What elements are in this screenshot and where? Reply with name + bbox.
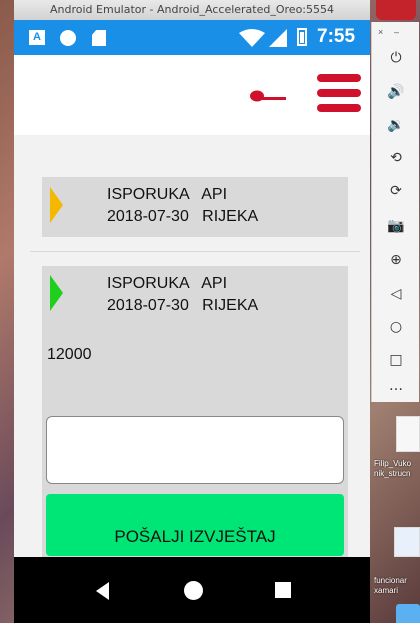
productor-logo: [250, 90, 286, 102]
nav-home-icon[interactable]: [184, 581, 203, 600]
file-label: nik_strucn: [374, 469, 411, 478]
more-icon[interactable]: …: [384, 374, 408, 398]
emulator-window: Android Emulator - Android_Accelerated_O…: [14, 0, 370, 623]
report-input[interactable]: [46, 416, 344, 484]
delivery-list: ISPORUKA API 2018-07-30 RIJEKA ISPORUKA …: [14, 135, 370, 557]
file-label: Filip_Vuko: [374, 459, 412, 468]
android-nav-bar: [14, 557, 370, 623]
hamburger-menu-icon[interactable]: [317, 74, 361, 114]
divider: [30, 251, 360, 252]
signal-icon: [269, 29, 287, 47]
rotate-left-icon[interactable]: ⟲: [384, 146, 408, 170]
status-time: 7:55: [317, 26, 356, 47]
folder-icon[interactable]: [396, 604, 420, 623]
nav-back-icon[interactable]: [96, 582, 109, 600]
desktop-app-icon[interactable]: [376, 0, 416, 20]
battery-icon: [297, 28, 307, 46]
delivery-card[interactable]: ISPORUKA API 2018-07-30 RIJEKA: [42, 177, 348, 237]
emulator-toolbar: × – ⏻ 🔊 🔉 ⟲ ⟳ 📷 ⊕ ◁ ○ □ …: [371, 22, 419, 402]
toolbar-minimize-icon[interactable]: –: [394, 27, 399, 37]
status-arrow-icon: [50, 275, 63, 311]
sd-card-icon: [92, 30, 106, 46]
power-icon[interactable]: ⏻: [384, 46, 408, 70]
diagram-file-icon[interactable]: [394, 527, 420, 557]
volume-up-icon[interactable]: 🔊: [384, 80, 408, 104]
volume-down-icon[interactable]: 🔉: [384, 113, 408, 137]
zoom-icon[interactable]: ⊕: [384, 248, 408, 272]
delivery-title: ISPORUKA API: [107, 275, 228, 292]
nav-recents-icon[interactable]: [275, 582, 291, 598]
status-bar: A 7:55: [14, 20, 370, 55]
emulator-title-bar: Android Emulator - Android_Accelerated_O…: [14, 0, 370, 20]
delivery-date-city: 2018-07-30 RIJEKA: [107, 208, 259, 225]
rotate-right-icon[interactable]: ⟳: [384, 179, 408, 203]
home-icon[interactable]: ○: [384, 315, 408, 339]
delivery-card-expanded[interactable]: ISPORUKA API 2018-07-30 RIJEKA 12000 POŠ…: [42, 266, 348, 557]
toolbar-close-icon[interactable]: ×: [378, 27, 383, 37]
camera-icon[interactable]: 📷: [384, 214, 408, 238]
app-header: [14, 55, 370, 135]
file-label: funcionar: [374, 576, 407, 585]
circle-notification-icon: [60, 30, 76, 46]
wifi-icon: [239, 29, 265, 47]
document-file-icon[interactable]: [396, 416, 420, 452]
delivery-amount: 12000: [47, 346, 92, 363]
overview-icon[interactable]: □: [384, 348, 408, 372]
delivery-title: ISPORUKA API: [107, 186, 228, 203]
delivery-date-city: 2018-07-30 RIJEKA: [107, 297, 259, 314]
status-arrow-icon: [50, 187, 63, 223]
send-report-button[interactable]: POŠALJI IZVJEŠTAJ: [46, 494, 344, 556]
back-icon[interactable]: ◁: [384, 282, 408, 306]
app-notification-icon: A: [29, 30, 45, 45]
file-label: xamari: [374, 586, 399, 595]
